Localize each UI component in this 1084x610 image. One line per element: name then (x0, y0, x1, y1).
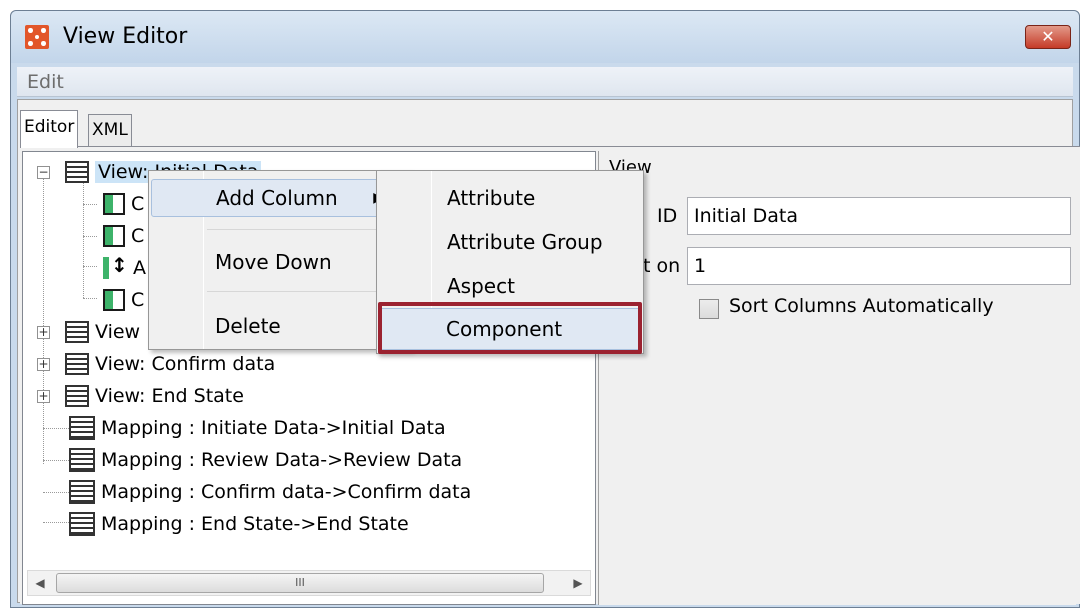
highlight-box (378, 302, 642, 354)
tree-item-label: C (131, 289, 145, 311)
tree-item-label: Mapping : Initiate Data->Initial Data (101, 417, 446, 439)
tree-item-label: C (131, 193, 145, 215)
tree-item-label: C (131, 225, 145, 247)
sort-label: t on (643, 255, 681, 277)
attribute-icon (103, 253, 128, 279)
tree-item-mapping[interactable]: Mapping : Confirm data->Confirm data (69, 478, 471, 506)
submenu-item-attribute[interactable]: Attribute (379, 177, 641, 219)
view-icon (65, 161, 89, 183)
horizontal-scrollbar[interactable]: ◀ III ▶ (27, 570, 591, 596)
sort-columns-checkbox[interactable] (699, 299, 719, 319)
view-icon (65, 353, 89, 375)
tree-item-mapping[interactable]: Mapping : Initiate Data->Initial Data (69, 414, 446, 442)
sort-on-field[interactable]: 1 (687, 247, 1071, 285)
tree-item-mapping[interactable]: Mapping : End State->End State (69, 510, 409, 538)
menu-item-label: Add Column (216, 186, 338, 210)
tree-item-label: View: Confirm data (95, 353, 276, 375)
window-title: View Editor (63, 24, 188, 49)
title-bar: View Editor ✕ (11, 11, 1079, 63)
column-icon (103, 225, 125, 247)
expand-toggle[interactable]: + (37, 358, 50, 371)
view-icon (65, 385, 89, 407)
tree-item-column[interactable]: C (103, 222, 144, 250)
tree-item-view-end-state[interactable]: View: End State (65, 382, 244, 410)
id-label: ID (657, 205, 678, 227)
submenu-item-attribute-group[interactable]: Attribute Group (379, 221, 641, 263)
scroll-right-icon[interactable]: ▶ (568, 573, 588, 593)
tree-item-column[interactable]: C (103, 286, 144, 314)
tree-item-label: Mapping : Confirm data->Confirm data (101, 481, 472, 503)
tree-item-attribute[interactable]: A (103, 253, 146, 282)
tree-item-column[interactable]: C (103, 190, 144, 218)
tree-item-mapping[interactable]: Mapping : Review Data->Review Data (69, 446, 462, 474)
menu-item-delete[interactable]: Delete (151, 307, 409, 345)
tab-xml[interactable]: XML (88, 114, 132, 146)
menu-item-add-column[interactable]: Add Column ▶ (151, 179, 409, 217)
id-field[interactable]: Initial Data (687, 197, 1071, 235)
column-icon (103, 193, 125, 215)
tree-item-label: View (95, 321, 141, 343)
mapping-icon (69, 480, 95, 504)
mapping-icon (69, 448, 95, 472)
tree-item-view[interactable]: View (65, 318, 140, 346)
context-menu: Add Column ▶ Move Down Delete (148, 170, 412, 350)
mapping-icon (69, 512, 95, 536)
app-icon (25, 25, 49, 49)
view-icon (65, 321, 89, 343)
menu-edit[interactable]: Edit (27, 71, 64, 93)
collapse-toggle[interactable]: − (37, 166, 50, 179)
sort-columns-label: Sort Columns Automatically (729, 295, 994, 317)
tree-item-label: View: End State (95, 385, 244, 407)
mapping-icon (69, 416, 95, 440)
tree-item-label: Mapping : End State->End State (101, 513, 409, 535)
column-icon (103, 289, 125, 311)
expand-toggle[interactable]: + (37, 326, 50, 339)
tree-item-view-confirm-data[interactable]: View: Confirm data (65, 350, 275, 378)
menu-item-move-down[interactable]: Move Down (151, 243, 409, 281)
close-button[interactable]: ✕ (1025, 25, 1071, 49)
menu-item-label: Delete (215, 314, 281, 338)
submenu-item-aspect[interactable]: Aspect (379, 265, 641, 307)
menu-item-label: Move Down (215, 250, 332, 274)
properties-panel: View ID Initial Data t on 1 Sort Columns… (598, 151, 1076, 605)
scroll-left-icon[interactable]: ◀ (30, 573, 50, 593)
scroll-thumb[interactable]: III (56, 573, 544, 593)
menu-bar: Edit (17, 67, 1073, 97)
tree-item-label: A (133, 257, 146, 279)
tab-editor[interactable]: Editor (20, 110, 79, 148)
expand-toggle[interactable]: + (37, 390, 50, 403)
tree-item-label: Mapping : Review Data->Review Data (101, 449, 463, 471)
